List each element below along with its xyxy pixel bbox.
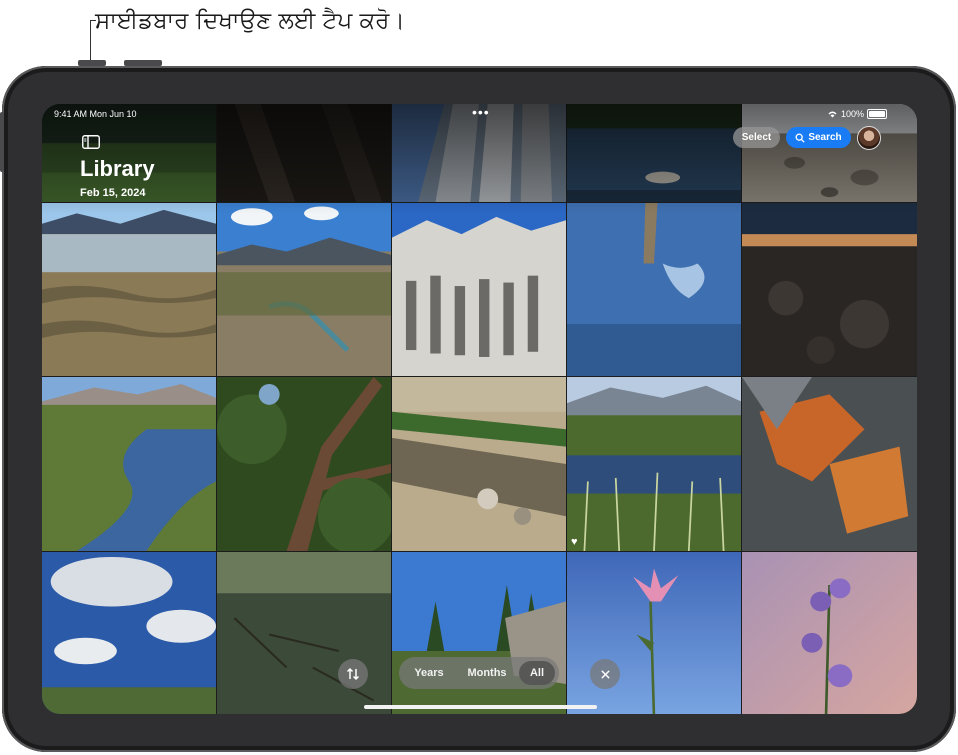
segment-years[interactable]: Years (403, 661, 455, 685)
search-icon (795, 133, 805, 143)
sidebar-icon (82, 135, 100, 149)
photo-thumbnail[interactable] (392, 552, 566, 714)
search-button-label: Search (808, 132, 842, 143)
photo-thumbnail[interactable] (742, 377, 917, 551)
volume-button (78, 60, 106, 66)
photo-thumbnail[interactable] (42, 203, 216, 376)
photo-thumbnail[interactable] (567, 203, 741, 376)
search-button[interactable]: Search (786, 127, 851, 148)
callout-leader-tick (90, 20, 96, 21)
top-button (0, 112, 4, 172)
photo-thumbnail[interactable] (42, 377, 216, 551)
photo-grid: ♥ (42, 104, 917, 714)
sort-arrows-icon (346, 667, 360, 681)
favorite-heart-icon: ♥ (571, 536, 578, 548)
sort-button[interactable] (338, 659, 368, 689)
volume-button (124, 60, 162, 66)
battery-icon (867, 109, 887, 119)
photo-thumbnail[interactable] (42, 552, 216, 714)
photo-thumbnail[interactable] (217, 377, 391, 551)
wifi-icon (828, 111, 837, 118)
photo-thumbnail[interactable] (217, 203, 391, 376)
home-indicator[interactable] (364, 705, 597, 709)
select-button[interactable]: Select (733, 127, 780, 148)
segment-all[interactable]: All (519, 661, 555, 685)
close-icon (600, 669, 610, 679)
close-button[interactable] (590, 659, 620, 689)
status-time: 9:41 AM Mon Jun 10 (54, 109, 137, 119)
photo-thumbnail[interactable] (217, 104, 391, 202)
photo-thumbnail[interactable] (742, 552, 917, 714)
page-date: Feb 15, 2024 (80, 187, 146, 199)
page-title: Library (80, 156, 155, 181)
photo-thumbnail[interactable] (567, 104, 741, 202)
callout-label: ਸਾਈਡਬਾਰ ਦਿਖਾਉਣ ਲਈ ਟੈਪ ਕਰੋ। (95, 8, 405, 34)
screen: ♥ 9:41 AM Mon Jun 10 ••• 100% Library Fe… (42, 104, 917, 714)
photo-thumbnail[interactable] (392, 377, 566, 551)
photo-thumbnail[interactable]: ♥ (567, 377, 741, 551)
view-segmented-control: Years Months All (399, 657, 559, 689)
status-right: 100% (827, 109, 887, 119)
avatar[interactable] (857, 126, 881, 150)
photo-thumbnail[interactable] (392, 203, 566, 376)
battery-percent: 100% (840, 109, 864, 119)
sidebar-button[interactable] (82, 135, 100, 149)
segment-months[interactable]: Months (455, 661, 519, 685)
photo-thumbnail[interactable] (217, 552, 391, 714)
multitasking-dots[interactable]: ••• (472, 104, 490, 120)
photo-thumbnail[interactable] (567, 552, 741, 714)
photo-thumbnail[interactable] (742, 203, 917, 376)
